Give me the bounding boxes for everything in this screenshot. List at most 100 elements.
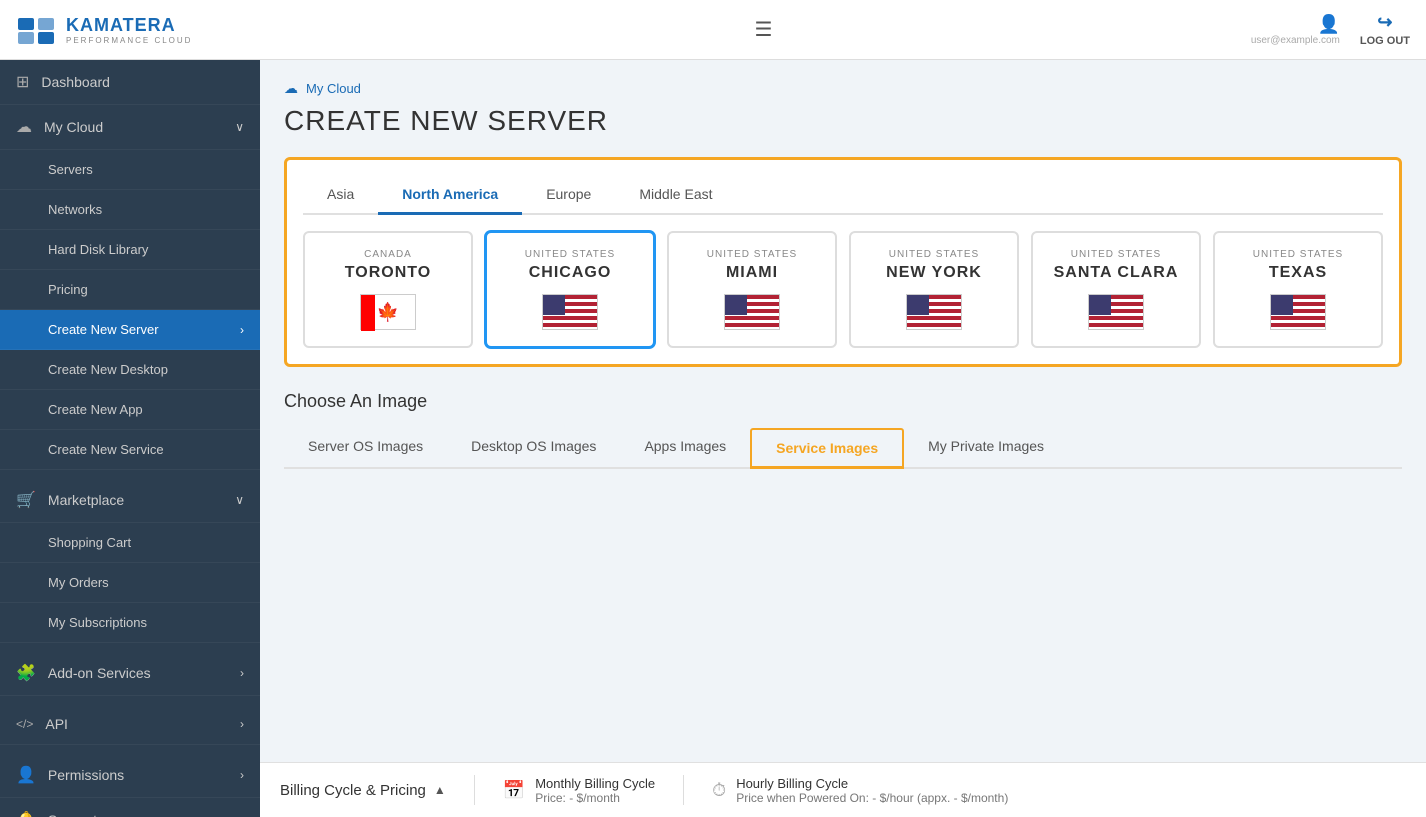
sidebar-label-hard-disk-library: Hard Disk Library (48, 242, 148, 257)
logo-name: KAMATERA (66, 15, 192, 36)
location-city-new-york: NEW YORK (867, 264, 1001, 282)
sidebar-item-hard-disk-library[interactable]: Hard Disk Library (0, 230, 260, 270)
sidebar-item-my-cloud[interactable]: ☁ My Cloud ∨ (0, 105, 260, 150)
billing-monthly-info: Monthly Billing Cycle Price: - $/month (535, 776, 655, 805)
sidebar-label-create-new-service: Create New Service (48, 442, 164, 457)
support-icon: 🔔 (16, 810, 36, 817)
main-layout: ⊞ Dashboard ☁ My Cloud ∨ Servers Network… (0, 60, 1426, 817)
sidebar-label-support: Support (48, 812, 97, 817)
sidebar-label-pricing: Pricing (48, 282, 88, 297)
location-country-santa-clara: UNITED STATES (1049, 249, 1183, 260)
permissions-arrow: › (240, 768, 244, 782)
tab-middle-east[interactable]: Middle East (615, 176, 736, 215)
billing-monthly: 📅 Monthly Billing Cycle Price: - $/month (503, 776, 655, 805)
tab-desktop-os-images[interactable]: Desktop OS Images (447, 428, 620, 469)
sidebar-item-networks[interactable]: Networks (0, 190, 260, 230)
create-server-arrow: › (240, 323, 244, 337)
sidebar-item-api[interactable]: </> API › (0, 704, 260, 745)
sidebar-item-marketplace[interactable]: 🛒 Marketplace ∨ (0, 478, 260, 523)
location-country-new-york: UNITED STATES (867, 249, 1001, 260)
sidebar-item-shopping-cart[interactable]: Shopping Cart (0, 523, 260, 563)
sidebar-item-create-new-service[interactable]: Create New Service (0, 430, 260, 470)
sidebar-item-permissions[interactable]: 👤 Permissions › (0, 753, 260, 798)
location-city-santa-clara: SANTA CLARA (1049, 264, 1183, 282)
billing-chevron-icon[interactable]: ▲ (434, 783, 446, 797)
top-header: KAMATERA PERFORMANCE CLOUD ☰ 👤 user@exam… (0, 0, 1426, 60)
sidebar-item-dashboard[interactable]: ⊞ Dashboard (0, 60, 260, 105)
tab-apps-images[interactable]: Apps Images (620, 428, 750, 469)
content-area: ☁ My Cloud CREATE NEW SERVER Asia North … (260, 60, 1426, 762)
billing-hourly-label: Hourly Billing Cycle (736, 776, 1008, 791)
header-right: 👤 user@example.com ↪ LOG OUT (1251, 12, 1410, 47)
image-tabs: Server OS Images Desktop OS Images Apps … (284, 428, 1402, 469)
image-section: Choose An Image Server OS Images Desktop… (284, 391, 1402, 469)
sidebar-label-servers: Servers (48, 162, 93, 177)
logout-label: LOG OUT (1360, 35, 1410, 47)
location-city-texas: TEXAS (1231, 264, 1365, 282)
location-card-chicago[interactable]: UNITED STATES CHICAGO (485, 231, 655, 348)
sidebar-item-my-subscriptions[interactable]: My Subscriptions (0, 603, 260, 643)
sidebar-label-addon-services: Add-on Services (48, 665, 151, 681)
addon-icon: 🧩 (16, 663, 36, 683)
billing-divider-2 (683, 775, 684, 805)
location-city-toronto: TORONTO (321, 264, 455, 282)
sidebar-item-addon-services[interactable]: 🧩 Add-on Services › (0, 651, 260, 696)
location-country-toronto: CANADA (321, 249, 455, 260)
user-icon: 👤 (1317, 14, 1339, 35)
sidebar-label-networks: Networks (48, 202, 102, 217)
location-card-new-york[interactable]: UNITED STATES NEW YORK (849, 231, 1019, 348)
sidebar-item-pricing[interactable]: Pricing (0, 270, 260, 310)
dashboard-icon: ⊞ (16, 72, 29, 92)
billing-title-text: Billing Cycle & Pricing (280, 782, 426, 799)
sidebar-label-my-subscriptions: My Subscriptions (48, 615, 147, 630)
calendar-icon: 📅 (503, 780, 525, 801)
user-email: user@example.com (1251, 35, 1340, 46)
user-info: 👤 user@example.com (1251, 14, 1340, 46)
logo-icon (16, 10, 56, 50)
sidebar-label-api: API (45, 716, 68, 732)
marketplace-arrow: ∨ (235, 493, 244, 507)
tab-asia[interactable]: Asia (303, 176, 378, 215)
hamburger-icon[interactable]: ☰ (754, 17, 772, 42)
sidebar-label-create-new-server: Create New Server (48, 322, 159, 337)
sidebar: ⊞ Dashboard ☁ My Cloud ∨ Servers Network… (0, 60, 260, 817)
tab-service-images[interactable]: Service Images (750, 428, 904, 469)
billing-monthly-label: Monthly Billing Cycle (535, 776, 655, 791)
billing-monthly-price: Price: - $/month (535, 791, 655, 805)
logout-icon: ↪ (1377, 12, 1392, 33)
logo-area: KAMATERA PERFORMANCE CLOUD (16, 10, 276, 50)
sidebar-item-servers[interactable]: Servers (0, 150, 260, 190)
my-cloud-arrow: ∨ (235, 120, 244, 134)
sidebar-label-create-new-desktop: Create New Desktop (48, 362, 168, 377)
location-card-santa-clara[interactable]: UNITED STATES SANTA CLARA (1031, 231, 1201, 348)
sidebar-item-create-new-app[interactable]: Create New App (0, 390, 260, 430)
flag-us-chicago (503, 294, 637, 330)
sidebar-item-create-new-desktop[interactable]: Create New Desktop (0, 350, 260, 390)
flag-us-new-york (867, 294, 1001, 330)
page-title: CREATE NEW SERVER (284, 105, 1402, 137)
billing-hourly: ⏱ Hourly Billing Cycle Price when Powere… (712, 776, 1008, 805)
image-section-title: Choose An Image (284, 391, 1402, 412)
sidebar-label-my-orders: My Orders (48, 575, 109, 590)
tab-my-private-images[interactable]: My Private Images (904, 428, 1068, 469)
logo-sub: PERFORMANCE CLOUD (66, 36, 192, 45)
location-card-toronto[interactable]: CANADA TORONTO (303, 231, 473, 348)
permissions-icon: 👤 (16, 765, 36, 785)
tab-north-america[interactable]: North America (378, 176, 522, 215)
tab-server-os-images[interactable]: Server OS Images (284, 428, 447, 469)
sidebar-label-dashboard: Dashboard (41, 74, 110, 90)
location-country-chicago: UNITED STATES (503, 249, 637, 260)
cloud-icon: ☁ (16, 117, 32, 137)
sidebar-item-create-new-server[interactable]: Create New Server › (0, 310, 260, 350)
sidebar-item-my-orders[interactable]: My Orders (0, 563, 260, 603)
logout-button[interactable]: ↪ LOG OUT (1360, 12, 1410, 47)
location-card-miami[interactable]: UNITED STATES MIAMI (667, 231, 837, 348)
location-card-texas[interactable]: UNITED STATES TEXAS (1213, 231, 1383, 348)
breadcrumb: ☁ My Cloud (284, 80, 1402, 97)
logo-text: KAMATERA PERFORMANCE CLOUD (66, 15, 192, 45)
breadcrumb-cloud-icon: ☁ (284, 80, 298, 97)
region-selector-card: Asia North America Europe Middle East CA… (284, 157, 1402, 367)
sidebar-item-support[interactable]: 🔔 Support › (0, 798, 260, 817)
breadcrumb-parent: My Cloud (306, 81, 361, 96)
tab-europe[interactable]: Europe (522, 176, 615, 215)
